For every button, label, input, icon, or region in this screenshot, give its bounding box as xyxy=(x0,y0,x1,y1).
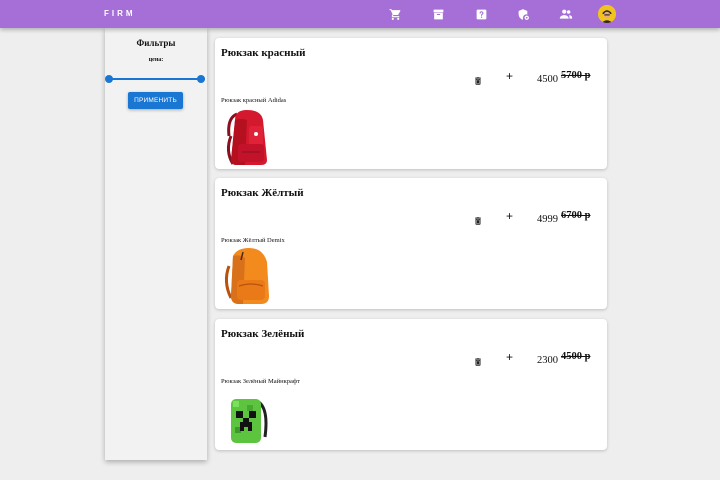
avatar[interactable] xyxy=(598,5,616,23)
admin-shield-icon[interactable] xyxy=(516,7,530,21)
product-price: 4500 xyxy=(537,74,558,85)
product-old-price: 4500 р xyxy=(561,351,591,362)
product-description: Рюкзак Зелёный Майнкрафт xyxy=(221,378,300,385)
product-title: Рюкзак красный xyxy=(221,47,306,59)
add-to-cart-button[interactable]: + xyxy=(506,209,513,223)
apply-filters-button[interactable]: ПРИМЕНИТЬ xyxy=(128,92,183,109)
delete-icon[interactable] xyxy=(473,354,483,366)
product-old-price: 6700 р xyxy=(561,210,591,221)
product-card: Рюкзак Жёлтый + 4999 6700 р Рюкзак Жёлты… xyxy=(215,178,607,309)
product-card: Рюкзак Зелёный + 2300 4500 р Рюкзак Зелё… xyxy=(215,319,607,450)
price-slider-track[interactable] xyxy=(109,78,205,80)
product-image xyxy=(226,110,267,165)
add-to-cart-button[interactable]: + xyxy=(506,69,513,83)
product-image xyxy=(224,248,269,304)
delete-icon[interactable] xyxy=(473,213,483,225)
help-icon[interactable] xyxy=(474,7,488,21)
price-slider-max-thumb[interactable] xyxy=(197,75,205,83)
delete-icon[interactable] xyxy=(473,73,483,85)
filters-sidebar: Фильтры цена: ПРИМЕНИТЬ xyxy=(105,28,207,460)
price-label: цена: xyxy=(148,57,164,63)
product-description: Рюкзак Жёлтый Demix xyxy=(221,237,285,244)
product-price: 4999 xyxy=(537,214,558,225)
app-bar: FIRM xyxy=(0,0,720,28)
cart-icon[interactable] xyxy=(388,7,402,21)
product-description: Рюкзак красный Adidas xyxy=(221,97,287,104)
product-price: 2300 xyxy=(537,355,558,366)
product-image xyxy=(231,399,268,443)
brand-logo[interactable]: FIRM xyxy=(104,9,136,18)
product-title: Рюкзак Зелёный xyxy=(221,328,305,340)
filters-title: Фильтры xyxy=(136,38,176,48)
product-old-price: 5700 р xyxy=(561,70,591,81)
add-to-cart-button[interactable]: + xyxy=(506,350,513,364)
price-slider-min-thumb[interactable] xyxy=(105,75,113,83)
users-icon[interactable] xyxy=(559,7,573,21)
product-title: Рюкзак Жёлтый xyxy=(221,187,304,199)
archive-icon[interactable] xyxy=(431,7,445,21)
product-card: Рюкзак красный + 4500 5700 р Рюкзак крас… xyxy=(215,38,607,169)
